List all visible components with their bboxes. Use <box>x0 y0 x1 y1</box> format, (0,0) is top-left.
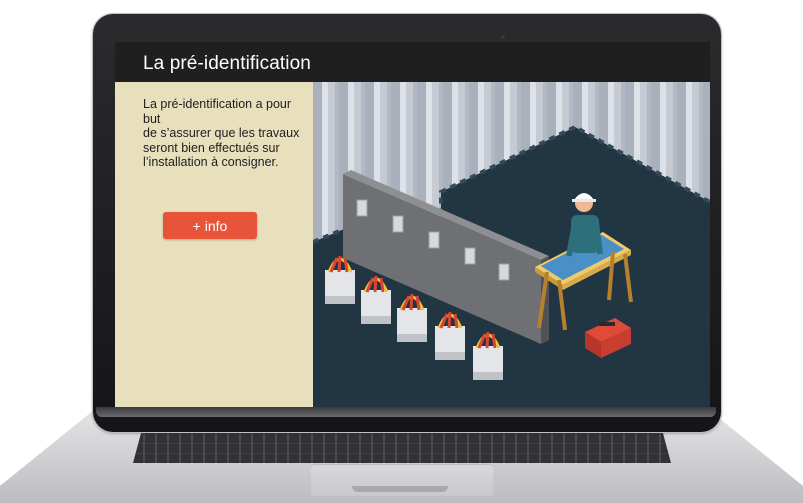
description-text: La pré-identification a pour but de s’as… <box>143 97 311 170</box>
description-line: La pré-identification a pour but <box>143 97 292 126</box>
laptop-lip <box>352 486 448 492</box>
description-line: de s’assurer que les travaux <box>143 126 300 140</box>
illustration <box>312 82 710 407</box>
page-title: La pré-identification <box>143 53 311 74</box>
info-panel: La pré-identification a pour but de s’as… <box>115 82 313 407</box>
scene-svg <box>312 82 710 407</box>
description-line: l’installation à consigner. <box>143 155 279 169</box>
more-info-button[interactable]: + info <box>163 212 257 239</box>
title-bar: La pré-identification <box>115 42 710 82</box>
camera-icon <box>501 35 505 39</box>
laptop-hinge <box>96 407 716 417</box>
screen: La pré-identification La pré-identificat… <box>115 42 710 407</box>
description-line: seront bien effectués sur <box>143 140 280 155</box>
